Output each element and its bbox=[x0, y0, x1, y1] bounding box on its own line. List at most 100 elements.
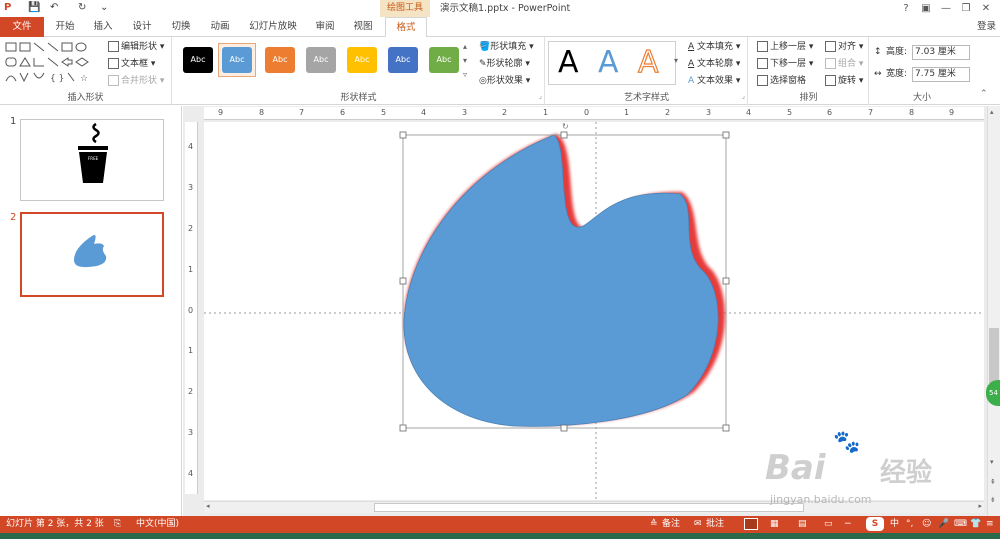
tab-slide-show[interactable]: 幻灯片放映 bbox=[244, 17, 302, 37]
comments-icon[interactable]: ✉ bbox=[694, 516, 702, 533]
send-backward-button[interactable]: 下移一层 ▾ bbox=[757, 57, 813, 72]
comments-button[interactable]: 批注 bbox=[706, 516, 724, 533]
previous-slide-icon[interactable]: ⇞ bbox=[990, 478, 996, 486]
ime-mode[interactable]: 中 bbox=[890, 516, 899, 533]
text-fill-button[interactable]: A 文本填充 ▾ bbox=[688, 40, 740, 55]
vertical-scroll-thumb[interactable] bbox=[989, 328, 999, 388]
shape-styles-dialog-launcher-icon[interactable]: ⌟ bbox=[539, 89, 542, 104]
next-slide-icon[interactable]: ⇟ bbox=[990, 496, 996, 504]
height-input[interactable]: 7.03 厘米 bbox=[912, 45, 970, 60]
shape-style-gold[interactable]: Abc bbox=[347, 47, 377, 73]
vertical-scrollbar[interactable]: ▴ ▾ ⇞ ⇟ bbox=[987, 106, 1000, 516]
tab-format[interactable]: 格式 bbox=[385, 17, 427, 38]
wordart-more-icon[interactable]: ▾ bbox=[674, 53, 678, 68]
shape-style-orange[interactable]: Abc bbox=[265, 47, 295, 73]
text-effects-button[interactable]: A 文本效果 ▾ bbox=[688, 74, 740, 89]
scroll-left-icon[interactable]: ◂ bbox=[206, 502, 210, 510]
shape-style-green[interactable]: Abc bbox=[429, 47, 459, 73]
collapse-ribbon-icon[interactable]: ⌃ bbox=[980, 87, 988, 102]
customize-quick-access-icon[interactable]: ⌄ bbox=[100, 1, 108, 15]
close-button[interactable]: ✕ bbox=[976, 0, 996, 17]
language-indicator[interactable]: 中文(中国) bbox=[136, 516, 179, 533]
ruler-tick-label: 0 bbox=[188, 306, 194, 315]
minimize-button[interactable]: — bbox=[936, 0, 956, 17]
tab-animations[interactable]: 动画 bbox=[205, 17, 235, 37]
rotate-handle-icon[interactable]: ↻ bbox=[562, 122, 569, 131]
reading-view-icon[interactable]: ▤ bbox=[798, 516, 807, 533]
scroll-right-icon[interactable]: ▸ bbox=[978, 502, 982, 510]
ime-punctuation-icon[interactable]: °, bbox=[906, 516, 913, 533]
edit-shape-button[interactable]: 编辑形状 ▾ bbox=[108, 40, 164, 55]
ribbon-display-options-icon[interactable]: ▣ bbox=[916, 0, 936, 17]
restore-button[interactable]: ❐ bbox=[956, 0, 976, 17]
tab-home[interactable]: 开始 bbox=[50, 17, 80, 37]
shape-style-dark-blue[interactable]: Abc bbox=[388, 47, 418, 73]
tab-insert[interactable]: 插入 bbox=[88, 17, 118, 37]
bring-forward-button[interactable]: 上移一层 ▾ bbox=[757, 40, 813, 55]
styles-scroll-up-icon[interactable]: ▴ bbox=[463, 39, 467, 54]
ruler-tick-label: 1 bbox=[188, 346, 194, 355]
width-input[interactable]: 7.75 厘米 bbox=[912, 67, 970, 82]
shape-fill-button[interactable]: 🪣形状填充 ▾ bbox=[479, 40, 534, 55]
help-button[interactable]: ? bbox=[896, 0, 916, 17]
shape-outline-button[interactable]: ✎形状轮廓 ▾ bbox=[479, 57, 530, 72]
slide-show-icon[interactable]: ▭ bbox=[824, 516, 833, 533]
redo-icon[interactable]: ↻ bbox=[78, 1, 86, 15]
group-insert-shapes: { } ☆ 编辑形状 ▾ 文本框 ▾ 合并形状 ▾ 插入形状 bbox=[0, 37, 172, 105]
ribbon: { } ☆ 编辑形状 ▾ 文本框 ▾ 合并形状 ▾ 插入形状 Abc Abc A… bbox=[0, 37, 1000, 105]
normal-view-icon[interactable] bbox=[744, 518, 758, 530]
sign-in-link[interactable]: 登录 bbox=[977, 17, 996, 37]
freeform-shape[interactable] bbox=[403, 134, 719, 427]
merge-shapes-button[interactable]: 合并形状 ▾ bbox=[108, 74, 164, 89]
tab-review[interactable]: 审阅 bbox=[310, 17, 340, 37]
scroll-up-icon[interactable]: ▴ bbox=[990, 108, 994, 116]
ime-menu-icon[interactable]: ≡ bbox=[986, 516, 994, 533]
styles-scroll-down-icon[interactable]: ▾ bbox=[463, 53, 467, 68]
tab-view[interactable]: 视图 bbox=[348, 17, 378, 37]
title-bar: P 💾 ↶ ↻ ⌄ 绘图工具 演示文稿1.pptx - PowerPoint ?… bbox=[0, 0, 1000, 17]
shape-style-blue[interactable]: Abc bbox=[222, 47, 252, 73]
wordart-sample-orange-outline[interactable]: A bbox=[637, 43, 659, 83]
paw-logo-icon: 🐾 bbox=[833, 430, 861, 455]
group-button[interactable]: 组合 ▾ bbox=[825, 57, 863, 72]
shape-effects-button[interactable]: ◎形状效果 ▾ bbox=[479, 74, 530, 89]
ime-emoji-icon[interactable]: ☺ bbox=[922, 516, 931, 533]
shape-style-black[interactable]: Abc bbox=[183, 47, 213, 73]
group-label-wordart-styles: 艺术字样式 bbox=[623, 93, 669, 103]
slide-thumbnail-1[interactable]: FREE bbox=[20, 119, 164, 201]
tab-file[interactable]: 文件 bbox=[0, 17, 44, 37]
wordart-dialog-launcher-icon[interactable]: ⌟ bbox=[742, 89, 745, 104]
shape-style-gray[interactable]: Abc bbox=[306, 47, 336, 73]
wordart-sample-blue[interactable]: A bbox=[598, 43, 619, 83]
undo-icon[interactable]: ↶ bbox=[50, 1, 58, 15]
shapes-gallery[interactable]: { } ☆ bbox=[4, 41, 104, 85]
paint-bucket-icon: 🪣 bbox=[479, 42, 491, 52]
slide-sorter-icon[interactable]: ▦ bbox=[770, 516, 779, 533]
save-icon[interactable]: 💾 bbox=[28, 1, 40, 15]
notes-button[interactable]: 备注 bbox=[662, 516, 680, 533]
ime-voice-icon[interactable]: 🎤 bbox=[938, 516, 949, 533]
text-box-button[interactable]: 文本框 ▾ bbox=[108, 57, 155, 72]
powerpoint-logo-icon: P bbox=[4, 2, 12, 13]
slide-canvas[interactable]: ↻ bbox=[204, 122, 984, 500]
zoom-out-icon[interactable]: − bbox=[844, 516, 852, 533]
tab-transitions[interactable]: 切换 bbox=[166, 17, 196, 37]
rotate-button[interactable]: 旋转 ▾ bbox=[825, 74, 863, 89]
group-label-arrange: 排列 bbox=[799, 93, 818, 103]
styles-more-icon[interactable]: ▿ bbox=[463, 67, 467, 82]
ime-keyboard-icon[interactable]: ⌨ bbox=[954, 516, 967, 533]
notes-icon[interactable]: ≙ bbox=[650, 516, 658, 533]
horizontal-scroll-thumb[interactable] bbox=[374, 503, 804, 512]
ruler-tick-label: 6 bbox=[340, 108, 346, 117]
send-backward-icon bbox=[757, 58, 768, 69]
text-outline-button[interactable]: A 文本轮廓 ▾ bbox=[688, 57, 740, 72]
align-button[interactable]: 对齐 ▾ bbox=[825, 40, 863, 55]
wordart-sample-black[interactable]: A bbox=[558, 43, 579, 83]
tab-design[interactable]: 设计 bbox=[127, 17, 157, 37]
spell-check-icon[interactable]: ⎘ bbox=[114, 516, 121, 533]
ime-logo-icon[interactable]: S bbox=[866, 517, 884, 531]
selection-pane-button[interactable]: 选择窗格 bbox=[757, 74, 806, 89]
scroll-down-icon[interactable]: ▾ bbox=[990, 458, 994, 466]
ime-skin-icon[interactable]: 👕 bbox=[970, 516, 981, 533]
slide-thumbnail-2[interactable] bbox=[20, 212, 164, 297]
